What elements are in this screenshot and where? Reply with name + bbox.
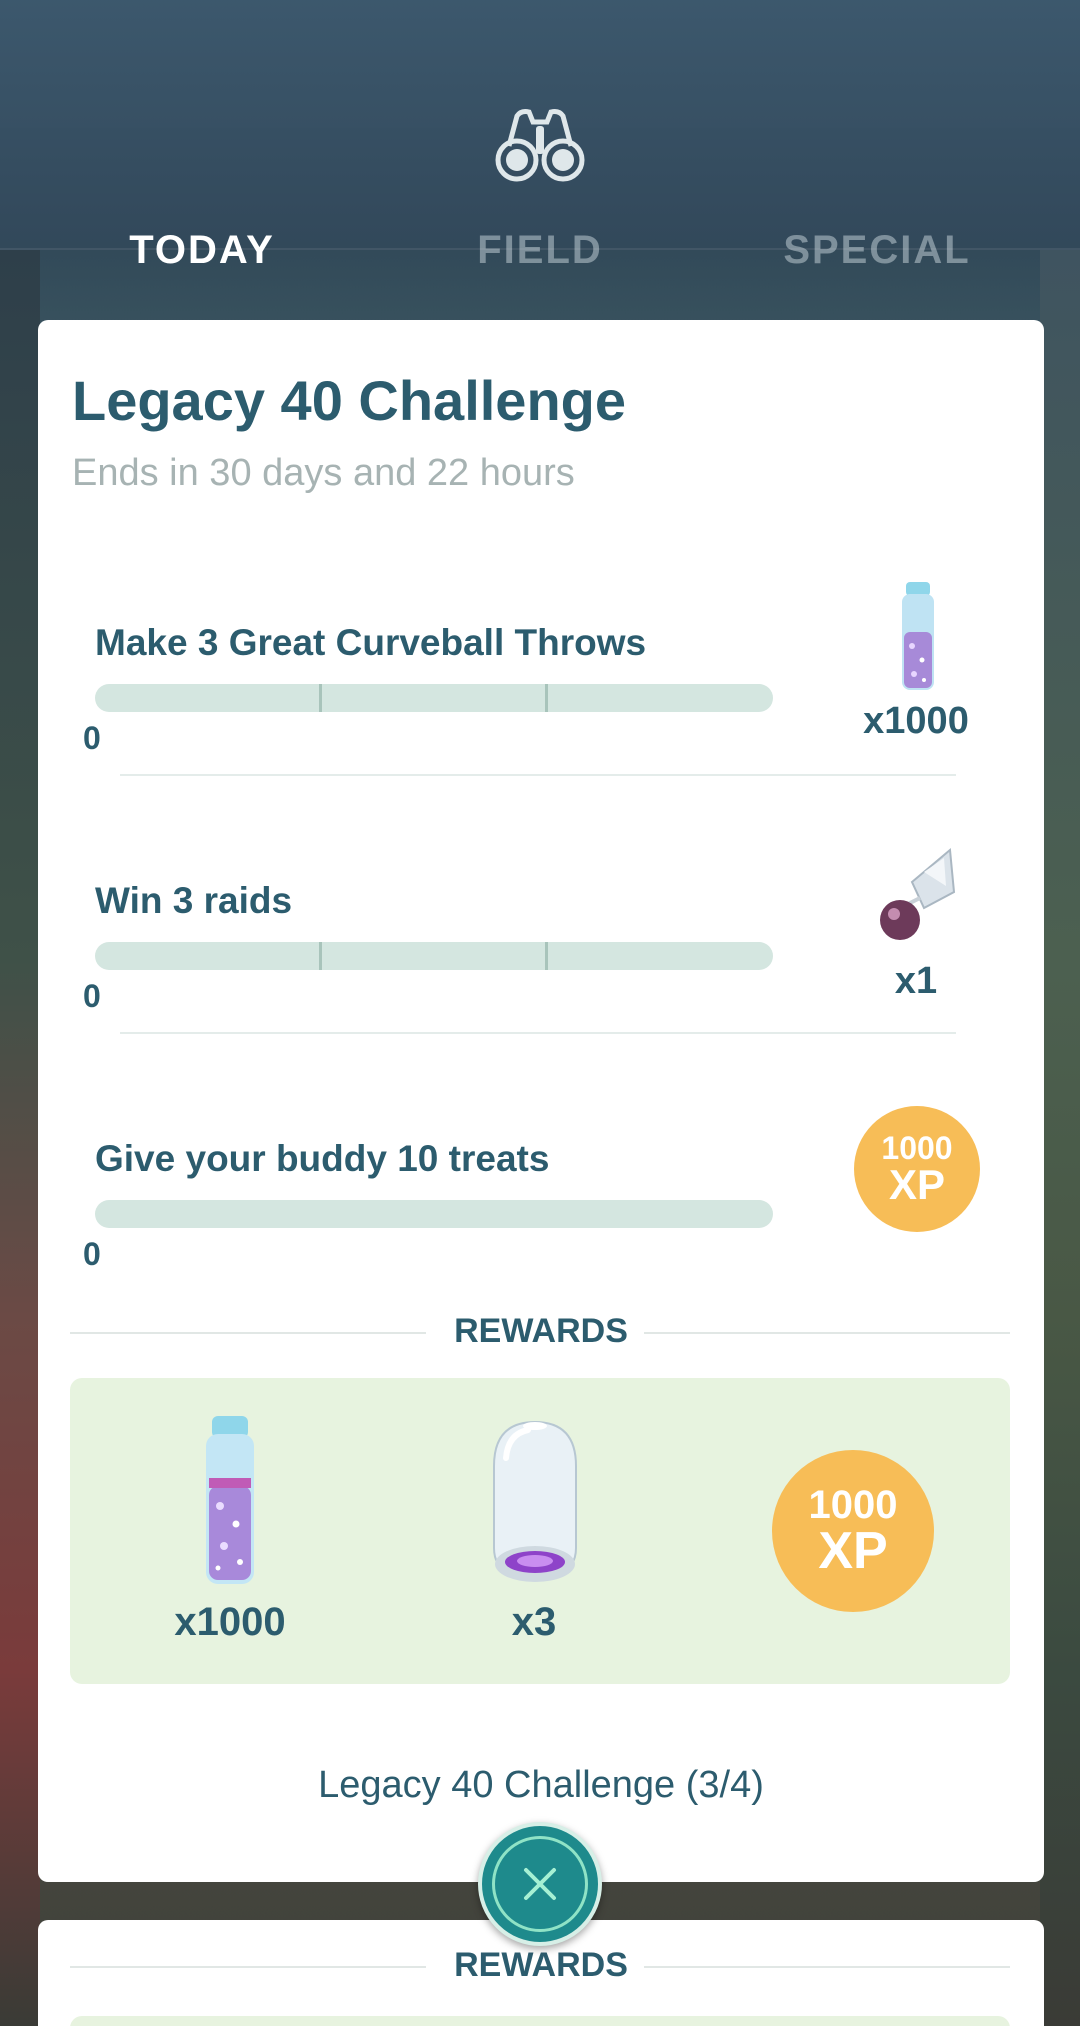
task-reward-qty: x1 xyxy=(894,960,938,1002)
xp-amount: 1000 xyxy=(808,1483,898,1527)
task-progress-bar xyxy=(95,942,773,970)
close-button-ring xyxy=(492,1836,588,1932)
stardust-icon xyxy=(204,1416,256,1593)
task-label: Win 3 raids xyxy=(95,880,293,921)
challenge-deadline: Ends in 30 days and 22 hours xyxy=(72,452,575,494)
challenge-title: Legacy 40 Challenge xyxy=(72,369,627,432)
reward-qty: x1000 xyxy=(174,1600,286,1644)
tab-bar: TODAY FIELD SPECIAL xyxy=(0,228,1080,288)
rewards-heading: REWARDS xyxy=(454,1946,628,1984)
progress-tick xyxy=(319,684,322,712)
stardust-icon xyxy=(900,582,936,699)
progress-tick xyxy=(319,942,322,970)
rewards-panel xyxy=(70,2016,1010,2026)
reward-qty: x3 xyxy=(511,1600,557,1644)
incubator-icon xyxy=(488,1418,582,1595)
tab-special[interactable]: SPECIAL xyxy=(727,228,1027,273)
xp-unit: XP xyxy=(818,1522,888,1580)
background-right xyxy=(1040,250,1080,2026)
task-divider xyxy=(120,1032,956,1034)
rewards-panel: x1000 x3 1000 XP xyxy=(70,1378,1010,1684)
rewards-heading: REWARDS xyxy=(454,1312,628,1350)
progress-tick xyxy=(545,684,548,712)
background-left xyxy=(0,250,40,2026)
task-progress-count: 0 xyxy=(83,1236,101,1272)
task-reward-qty: x1000 xyxy=(863,700,969,742)
progress-tick xyxy=(545,942,548,970)
tab-field[interactable]: FIELD xyxy=(390,228,690,273)
close-icon xyxy=(524,1868,556,1900)
challenge-step-label: Legacy 40 Challenge (3/4) xyxy=(318,1764,764,1806)
task-label: Make 3 Great Curveball Throws xyxy=(95,622,647,663)
close-button[interactable] xyxy=(478,1822,602,1946)
xp-badge: 1000 XP xyxy=(854,1106,980,1232)
task-progress-count: 0 xyxy=(83,720,101,756)
xp-amount: 1000 xyxy=(881,1130,953,1166)
task-divider xyxy=(120,774,956,776)
task-progress-bar xyxy=(95,1200,773,1228)
sinnoh-stone-icon xyxy=(878,842,958,957)
xp-badge: 1000 XP xyxy=(772,1450,934,1612)
xp-unit: XP xyxy=(888,1161,946,1208)
challenge-card: Legacy 40 Challenge Ends in 30 days and … xyxy=(38,320,1044,1882)
tab-today[interactable]: TODAY xyxy=(52,228,352,273)
task-progress-count: 0 xyxy=(83,978,101,1014)
binoculars-icon xyxy=(495,108,585,186)
task-label: Give your buddy 10 treats xyxy=(95,1138,550,1179)
task-progress-bar xyxy=(95,684,773,712)
